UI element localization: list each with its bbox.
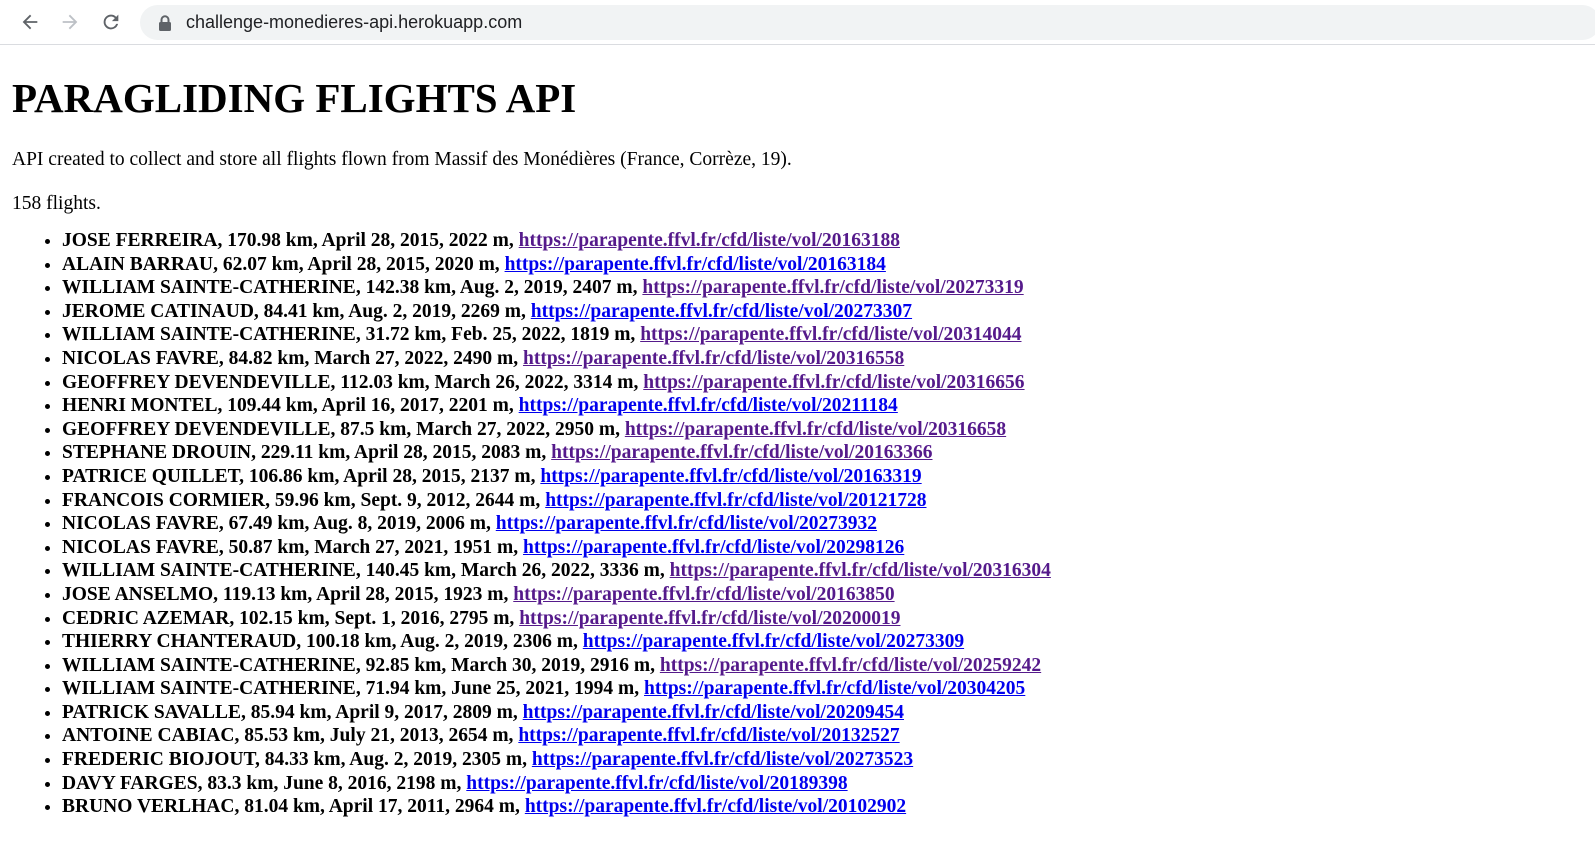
flight-item: FRANCOIS CORMIER, 59.96 km, Sept. 9, 201…	[62, 489, 1595, 513]
flight-link[interactable]: https://parapente.ffvl.fr/cfd/liste/vol/…	[496, 513, 877, 534]
address-bar[interactable]: challenge-monedieres-api.herokuapp.com	[140, 5, 1595, 40]
flight-details: WILLIAM SAINTE-CATHERINE, 71.94 km, June…	[62, 678, 644, 700]
flight-item: ALAIN BARRAU, 62.07 km, April 28, 2015, …	[62, 253, 1595, 277]
flight-link[interactable]: https://parapente.ffvl.fr/cfd/liste/vol/…	[505, 254, 886, 275]
flight-link[interactable]: https://parapente.ffvl.fr/cfd/liste/vol/…	[523, 537, 904, 558]
flight-link[interactable]: https://parapente.ffvl.fr/cfd/liste/vol/…	[532, 749, 913, 770]
flight-link[interactable]: https://parapente.ffvl.fr/cfd/liste/vol/…	[519, 230, 900, 251]
browser-toolbar: challenge-monedieres-api.herokuapp.com	[0, 0, 1595, 45]
arrow-left-icon	[22, 14, 38, 30]
flight-details: WILLIAM SAINTE-CATHERINE, 142.38 km, Aug…	[62, 277, 643, 299]
flight-details: WILLIAM SAINTE-CATHERINE, 31.72 km, Feb.…	[62, 324, 641, 346]
flight-link[interactable]: https://parapente.ffvl.fr/cfd/liste/vol/…	[519, 395, 898, 416]
flight-count: 158 flights.	[12, 193, 101, 214]
reload-button[interactable]	[97, 8, 125, 36]
flight-item: CEDRIC AZEMAR, 102.15 km, Sept. 1, 2016,…	[62, 607, 1595, 631]
flight-details: PATRICE QUILLET, 106.86 km, April 28, 20…	[62, 465, 541, 487]
flight-link[interactable]: https://parapente.ffvl.fr/cfd/liste/vol/…	[523, 702, 904, 723]
flight-details: GEOFFREY DEVENDEVILLE, 112.03 km, March …	[62, 371, 644, 393]
flight-details: JOSE ANSELMO, 119.13 km, April 28, 2015,…	[62, 583, 514, 605]
flight-details: ANTOINE CABIAC, 85.53 km, July 21, 2013,…	[62, 725, 519, 747]
flight-link[interactable]: https://parapente.ffvl.fr/cfd/liste/vol/…	[660, 655, 1041, 676]
reload-icon	[103, 14, 119, 30]
flight-details: NICOLAS FAVRE, 67.49 km, Aug. 8, 2019, 2…	[62, 513, 496, 535]
arrow-right-icon	[62, 14, 78, 30]
flight-item: WILLIAM SAINTE-CATHERINE, 92.85 km, Marc…	[62, 654, 1595, 678]
flight-link[interactable]: https://parapente.ffvl.fr/cfd/liste/vol/…	[644, 678, 1025, 699]
flight-details: GEOFFREY DEVENDEVILLE, 87.5 km, March 27…	[62, 418, 625, 440]
flight-details: STEPHANE DROUIN, 229.11 km, April 28, 20…	[62, 442, 552, 464]
flight-details: PATRICK SAVALLE, 85.94 km, April 9, 2017…	[62, 701, 523, 723]
page-title: PARAGLIDING FLIGHTS API	[12, 75, 577, 121]
flight-item: WILLIAM SAINTE-CATHERINE, 142.38 km, Aug…	[62, 276, 1595, 300]
flight-link[interactable]: https://parapente.ffvl.fr/cfd/liste/vol/…	[642, 277, 1023, 298]
flight-details: JEROME CATINAUD, 84.41 km, Aug. 2, 2019,…	[62, 300, 531, 322]
flight-link[interactable]: https://parapente.ffvl.fr/cfd/liste/vol/…	[513, 584, 894, 605]
flight-link[interactable]: https://parapente.ffvl.fr/cfd/liste/vol/…	[551, 442, 932, 463]
flight-details: FRANCOIS CORMIER, 59.96 km, Sept. 9, 201…	[62, 489, 546, 511]
flight-link[interactable]: https://parapente.ffvl.fr/cfd/liste/vol/…	[643, 372, 1024, 393]
flight-item: PATRICK SAVALLE, 85.94 km, April 9, 2017…	[62, 701, 1595, 725]
flight-item: HENRI MONTEL, 109.44 km, April 16, 2017,…	[62, 394, 1595, 418]
flight-link[interactable]: https://parapente.ffvl.fr/cfd/liste/vol/…	[531, 301, 912, 322]
flight-item: GEOFFREY DEVENDEVILLE, 112.03 km, March …	[62, 371, 1595, 395]
page-description: API created to collect and store all fli…	[12, 149, 792, 170]
flight-link[interactable]: https://parapente.ffvl.fr/cfd/liste/vol/…	[540, 466, 921, 487]
flight-item: JOSE FERREIRA, 170.98 km, April 28, 2015…	[62, 229, 1595, 253]
url-text: challenge-monedieres-api.herokuapp.com	[186, 12, 523, 32]
flight-details: NICOLAS FAVRE, 50.87 km, March 27, 2021,…	[62, 536, 523, 558]
forward-button[interactable]	[56, 8, 84, 36]
flight-link[interactable]: https://parapente.ffvl.fr/cfd/liste/vol/…	[545, 490, 926, 511]
flight-link[interactable]: https://parapente.ffvl.fr/cfd/liste/vol/…	[519, 608, 900, 629]
back-button[interactable]	[16, 8, 44, 36]
flight-details: NICOLAS FAVRE, 84.82 km, March 27, 2022,…	[62, 347, 523, 369]
flight-item: ANTOINE CABIAC, 85.53 km, July 21, 2013,…	[62, 724, 1595, 748]
flight-list: JOSE FERREIRA, 170.98 km, April 28, 2015…	[12, 229, 1595, 819]
lock-icon	[158, 14, 172, 31]
flight-item: STEPHANE DROUIN, 229.11 km, April 28, 20…	[62, 441, 1595, 465]
flight-link[interactable]: https://parapente.ffvl.fr/cfd/liste/vol/…	[525, 796, 906, 817]
flight-details: CEDRIC AZEMAR, 102.15 km, Sept. 1, 2016,…	[62, 607, 520, 629]
flight-item: WILLIAM SAINTE-CATHERINE, 71.94 km, June…	[62, 677, 1595, 701]
flight-item: NICOLAS FAVRE, 84.82 km, March 27, 2022,…	[62, 347, 1595, 371]
flight-details: JOSE FERREIRA, 170.98 km, April 28, 2015…	[62, 230, 519, 251]
flight-item: WILLIAM SAINTE-CATHERINE, 31.72 km, Feb.…	[62, 323, 1595, 347]
page-content: PARAGLIDING FLIGHTS API API created to c…	[12, 45, 1595, 819]
flight-details: ALAIN BARRAU, 62.07 km, April 28, 2015, …	[62, 253, 505, 275]
flight-item: JEROME CATINAUD, 84.41 km, Aug. 2, 2019,…	[62, 300, 1595, 324]
flight-link[interactable]: https://parapente.ffvl.fr/cfd/liste/vol/…	[523, 348, 904, 369]
flight-item: JOSE ANSELMO, 119.13 km, April 28, 2015,…	[62, 583, 1595, 607]
flight-details: HENRI MONTEL, 109.44 km, April 16, 2017,…	[62, 395, 519, 417]
flight-link[interactable]: https://parapente.ffvl.fr/cfd/liste/vol/…	[466, 773, 847, 794]
flight-link[interactable]: https://parapente.ffvl.fr/cfd/liste/vol/…	[583, 631, 964, 652]
flight-item: BRUNO VERLHAC, 81.04 km, April 17, 2011,…	[62, 795, 1595, 819]
flight-link[interactable]: https://parapente.ffvl.fr/cfd/liste/vol/…	[640, 324, 1021, 345]
flight-details: WILLIAM SAINTE-CATHERINE, 140.45 km, Mar…	[62, 560, 670, 582]
flight-details: WILLIAM SAINTE-CATHERINE, 92.85 km, Marc…	[62, 654, 660, 676]
flight-details: FREDERIC BIOJOUT, 84.33 km, Aug. 2, 2019…	[62, 749, 532, 771]
flight-item: NICOLAS FAVRE, 67.49 km, Aug. 8, 2019, 2…	[62, 512, 1595, 536]
flight-link[interactable]: https://parapente.ffvl.fr/cfd/liste/vol/…	[518, 725, 899, 746]
flight-details: BRUNO VERLHAC, 81.04 km, April 17, 2011,…	[62, 796, 525, 818]
flight-item: GEOFFREY DEVENDEVILLE, 87.5 km, March 27…	[62, 418, 1595, 442]
flight-item: PATRICE QUILLET, 106.86 km, April 28, 20…	[62, 465, 1595, 489]
flight-details: DAVY FARGES, 83.3 km, June 8, 2016, 2198…	[62, 772, 467, 794]
flight-item: WILLIAM SAINTE-CATHERINE, 140.45 km, Mar…	[62, 559, 1595, 583]
flight-item: FREDERIC BIOJOUT, 84.33 km, Aug. 2, 2019…	[62, 748, 1595, 772]
flight-item: DAVY FARGES, 83.3 km, June 8, 2016, 2198…	[62, 772, 1595, 796]
flight-details: THIERRY CHANTERAUD, 100.18 km, Aug. 2, 2…	[62, 631, 583, 653]
flight-item: THIERRY CHANTERAUD, 100.18 km, Aug. 2, 2…	[62, 630, 1595, 654]
flight-link[interactable]: https://parapente.ffvl.fr/cfd/liste/vol/…	[670, 560, 1051, 581]
flight-link[interactable]: https://parapente.ffvl.fr/cfd/liste/vol/…	[625, 419, 1006, 440]
flight-item: NICOLAS FAVRE, 50.87 km, March 27, 2021,…	[62, 536, 1595, 560]
